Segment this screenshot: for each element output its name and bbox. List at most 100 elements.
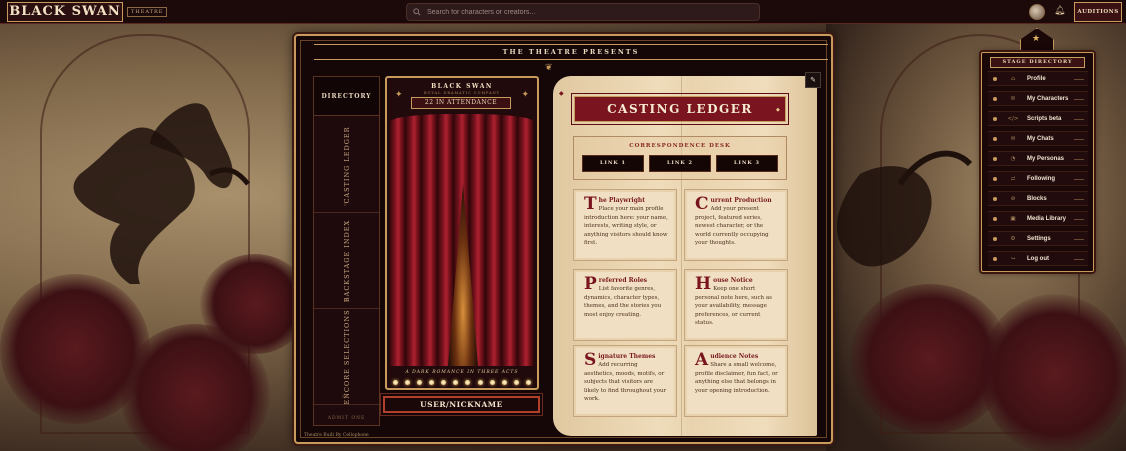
search-input[interactable] [427,8,747,16]
tab-backstage-index[interactable]: BACKSTAGE INDEX II [314,213,379,309]
sidebar-item-label: My Personas [1027,155,1065,162]
divider-dash [1074,199,1084,200]
sidebar-item-my-chats[interactable]: ✉ My Chats [988,131,1088,146]
sidebar-item-label: Following [1027,175,1055,182]
marquee-bulbs [393,380,531,386]
following-icon: ⇄ [1010,175,1016,182]
drop-cap: C [695,194,709,214]
diamond-icon: ✦ [395,90,403,100]
stage-subtitle: ROYAL DRAMATIC COMPANY [424,91,500,95]
desk-label: CORRESPONDENCE DESK [629,143,731,149]
auditions-button[interactable]: AUDITIONS [1074,2,1122,22]
bulb [417,380,423,385]
code-icon: </> [1007,115,1019,122]
ledger-spine [681,76,682,436]
bullet-dot [993,256,997,261]
image-icon: ▣ [1010,215,1016,222]
sidebar-item-settings[interactable]: ⚙ Settings [988,231,1088,246]
block-icon: ⊘ [1010,195,1016,202]
sidebar-item-following[interactable]: ⇄ Following [988,171,1088,186]
link-1-button[interactable]: LINK 1 [582,155,644,172]
divider-dash [1074,119,1084,120]
top-bar: BLACK SWAN THEATRE 🔔︎ AUDITIONS [0,0,1126,24]
link-2-button[interactable]: LINK 2 [649,155,711,172]
drop-cap: A [695,350,709,370]
home-icon: ⌂ [1010,75,1016,82]
divider-dash [1074,259,1084,260]
sidebar-item-log-out[interactable]: ↪ Log out [988,251,1088,266]
sidebar-item-scripts[interactable]: </> Scripts beta [988,111,1088,126]
tab-casting-ledger[interactable]: CASTING LEDGER I [314,117,379,213]
brand-logo[interactable]: BLACK SWAN [7,2,123,22]
presents-banner: THE THEATRE PRESENTS [314,44,828,60]
user-nickname: USER/NICKNAME [383,396,540,413]
diamond-icon: ◆ [559,90,564,97]
divider-dash [1074,239,1084,240]
diamond-icon: ✦ [521,90,529,100]
sidebar-item-blocks[interactable]: ⊘ Blocks [988,191,1088,206]
card-audience-notes: A udience Notes Share a small welcome, p… [684,345,788,417]
sidebar-item-my-personas[interactable]: ◔ My Personas [988,151,1088,166]
divider-dash [1074,219,1084,220]
tab-encore-selections[interactable]: ENCORE SELECTIONS III [314,309,379,405]
tab-label: BACKSTAGE INDEX [342,219,351,302]
bullet-dot [993,76,997,81]
correspondence-desk: CORRESPONDENCE DESK LINK 1 LINK 2 LINK 3 [573,136,787,180]
bulb [477,380,483,385]
gear-icon: ⚙ [1010,235,1016,242]
card-title: ignature Themes [598,353,656,360]
ledger-title: CASTING LEDGER [571,93,789,125]
card-signature-themes: S ignature Themes Add recurring aestheti… [573,345,677,417]
card-current-production: C urrent Production Add your present pro… [684,189,788,261]
stage-spotlight [448,184,478,366]
sidebar-item-profile[interactable]: ⌂ Profile [988,71,1088,86]
directory-heading: DIRECTORY [314,77,379,116]
stage-curtains [390,114,534,366]
bullet-dot [993,176,997,181]
people-icon: ☺ [1010,95,1016,102]
chat-icon: ✉ [1010,135,1016,142]
sidebar-item-label: Media Library [1027,215,1067,222]
bullet-dot [993,136,997,141]
divider-dash [1074,159,1084,160]
tab-number: III [342,394,348,400]
sidebar-item-label: Log out [1027,255,1049,262]
sidebar-item-label: Scripts beta [1027,115,1062,122]
search-icon [413,8,421,16]
divider-dash [1074,79,1084,80]
brand-tag: THEATRE [127,7,168,17]
sidebar-item-label: My Characters [1027,95,1069,102]
card-body: Add recurring aesthetics, moods, motifs,… [584,362,667,403]
divider-dash [1074,99,1084,100]
drop-cap: P [584,274,597,294]
sidebar-item-label: Settings [1027,235,1051,242]
stage-directory: STAGE DIRECTORY ⌂ Profile ☺ My Character… [981,52,1094,272]
bulb [441,380,447,385]
link-3-button[interactable]: LINK 3 [716,155,778,172]
bulb [405,380,411,385]
attendance-badge: 22 IN ATTENDANCE [411,97,511,109]
admit-one-label: ADMIT ONE [327,416,366,421]
bulb [489,380,495,385]
sidebar-item-label: Profile [1027,75,1046,82]
divider-dash [1074,179,1084,180]
stage-box: BLACK SWAN ROYAL DRAMATIC COMPANY ✦ ✦ 22… [385,76,539,390]
ledger-tool-icon[interactable]: ✎ [805,72,821,88]
bullet-dot [993,156,997,161]
logout-icon: ↪ [1010,255,1016,262]
drop-cap: H [695,274,712,294]
footer-credit: Theatre Built By Cellophone [304,433,369,438]
bulb [429,380,435,385]
sidebar-item-my-characters[interactable]: ☺ My Characters [988,91,1088,106]
search-bar[interactable] [406,3,760,21]
sidebar-item-media-library[interactable]: ▣ Media Library [988,211,1088,226]
drop-cap: S [584,350,597,370]
card-house-notice: H ouse Notice Keep one short personal no… [684,269,788,341]
bullet-dot [993,216,997,221]
bulb [465,380,471,385]
diamond-icon: ◆ [580,107,584,113]
bell-icon[interactable]: 🔔︎ [1054,6,1065,16]
bullet-dot [993,116,997,121]
avatar[interactable] [1029,4,1045,20]
sidebar-item-label: Blocks [1027,195,1047,202]
